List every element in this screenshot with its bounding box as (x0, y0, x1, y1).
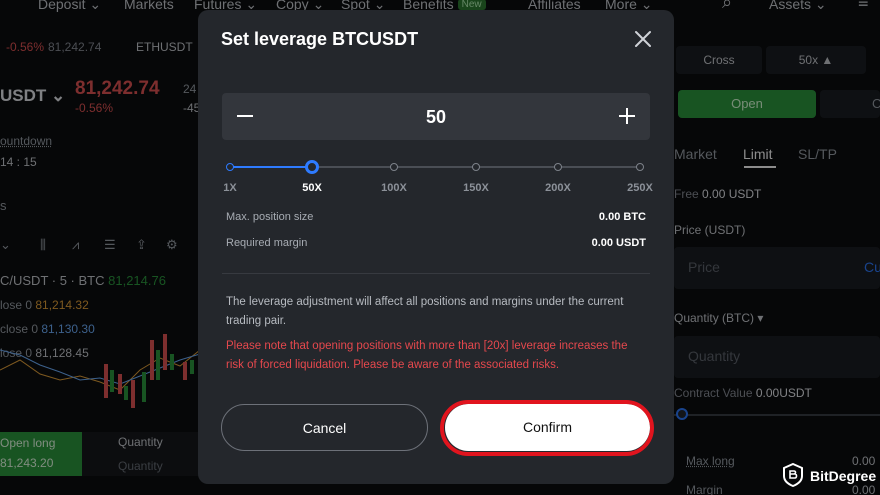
required-margin-row: Required margin 0.00 USDT (226, 237, 646, 249)
decrease-button[interactable] (233, 104, 257, 128)
leverage-slider[interactable] (226, 160, 644, 174)
slider-tick[interactable] (554, 163, 562, 171)
slider-tick[interactable] (636, 163, 644, 171)
slider-tick[interactable] (226, 163, 234, 171)
leverage-input[interactable]: 50 (222, 107, 650, 128)
slider-label[interactable]: 150X (463, 182, 489, 194)
minus-icon (237, 115, 253, 117)
slider-label[interactable]: 200X (545, 182, 571, 194)
slider-label[interactable]: 250X (627, 182, 653, 194)
leverage-stepper: 50 (222, 93, 650, 140)
max-position-value: 0.00 BTC (598, 211, 646, 223)
confirm-button[interactable]: Confirm (445, 404, 650, 451)
dialog-title: Set leverage BTCUSDT (221, 29, 419, 49)
slider-tick[interactable] (472, 163, 480, 171)
slider-track-fill (230, 166, 312, 168)
slider-thumb[interactable] (305, 160, 319, 174)
required-margin-label: Required margin (226, 237, 308, 249)
leverage-notice: The leverage adjustment will affect all … (226, 296, 624, 327)
bitdegree-logo-icon (783, 463, 803, 487)
close-icon[interactable] (632, 28, 654, 50)
max-position-row: Max. position size 0.00 BTC (226, 211, 646, 223)
slider-label[interactable]: 1X (223, 182, 236, 194)
increase-button[interactable] (615, 104, 639, 128)
divider (222, 273, 650, 274)
slider-label[interactable]: 100X (381, 182, 407, 194)
slider-tick[interactable] (390, 163, 398, 171)
bitdegree-wordmark: BitDegree (810, 468, 877, 484)
plus-icon (619, 108, 635, 124)
cancel-button[interactable]: Cancel (221, 404, 428, 451)
slider-label[interactable]: 50X (302, 182, 322, 194)
slider-labels: 1X 50X 100X 150X 200X 250X (223, 182, 653, 196)
set-leverage-dialog: Set leverage BTCUSDT 50 1X 50X 100X 150X 200… (198, 10, 674, 484)
max-position-label: Max. position size (226, 211, 314, 223)
bitdegree-watermark: BitDegree (782, 463, 880, 489)
liquidation-warning: Please note that opening positions with … (226, 340, 628, 371)
required-margin-value: 0.00 USDT (591, 237, 646, 249)
